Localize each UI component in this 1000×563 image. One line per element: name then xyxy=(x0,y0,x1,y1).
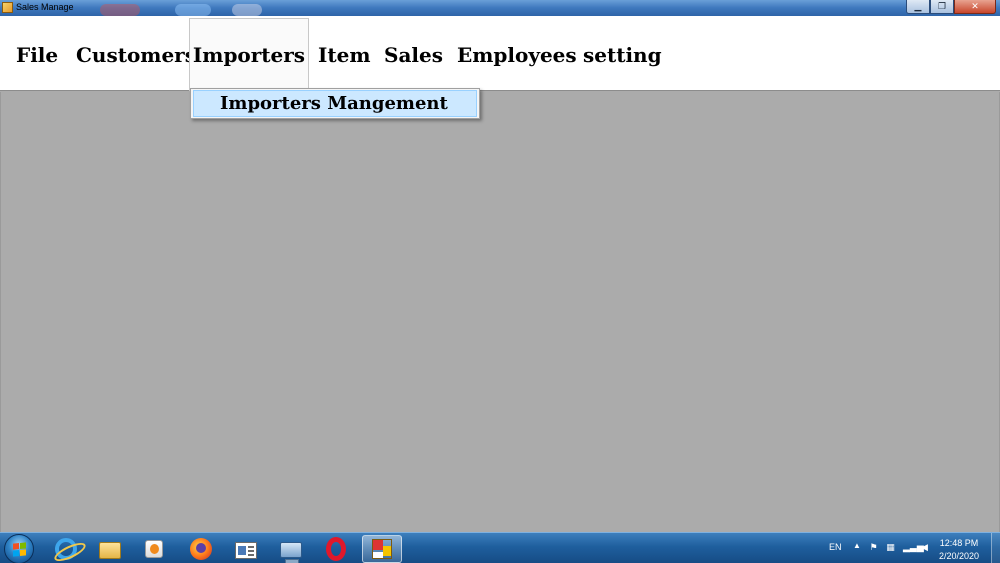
internet-explorer-icon xyxy=(55,538,77,560)
taskbar-app[interactable] xyxy=(181,535,221,563)
background-decoration xyxy=(100,4,140,16)
clock-date[interactable]: 2/20/2020 xyxy=(931,551,987,561)
opera-icon xyxy=(326,537,346,561)
taskbar-app[interactable] xyxy=(271,535,311,563)
mdi-workspace[interactable] xyxy=(0,92,1000,532)
close-icon: ✕ xyxy=(971,1,979,12)
window-title: Sales Manage xyxy=(16,2,74,12)
windows-logo-icon xyxy=(13,542,26,557)
maximize-button[interactable]: ❐ xyxy=(930,0,954,14)
taskbar: EN ▲ ⚑ ▦ ▂▃▅ ◀ 12:48 PM 2/20/2020 xyxy=(0,532,1000,563)
menu-file[interactable]: File xyxy=(6,18,68,91)
title-bar: Sales Manage ▁ ❐ ✕ xyxy=(0,0,1000,16)
computer-icon xyxy=(280,542,302,563)
taskbar-app[interactable] xyxy=(316,535,356,563)
sales-manage-app-icon xyxy=(372,539,392,559)
language-indicator[interactable]: EN xyxy=(829,542,842,552)
window-app-icon xyxy=(235,542,257,559)
minimize-button[interactable]: ▁ xyxy=(906,0,930,14)
clock-time[interactable]: 12:48 PM xyxy=(931,538,987,548)
menu-employees[interactable]: Employees xyxy=(447,18,587,91)
background-decoration xyxy=(175,4,211,16)
menu-importers-management[interactable]: Importers Mangement xyxy=(193,90,477,117)
menu-bar: File Customers Importers Item Sales Empl… xyxy=(0,16,1000,91)
importers-dropdown: Importers Mangement xyxy=(190,88,480,119)
system-tray: EN ▲ ⚑ ▦ ▂▃▅ ◀ 12:48 PM 2/20/2020 xyxy=(820,533,1000,563)
minimize-icon: ▁ xyxy=(914,1,922,12)
taskbar-app-active[interactable] xyxy=(362,535,402,563)
menu-item[interactable]: Item xyxy=(308,18,380,91)
taskbar-app[interactable] xyxy=(226,535,266,563)
firefox-icon xyxy=(190,538,212,560)
background-decoration xyxy=(232,4,262,16)
media-player-icon xyxy=(145,540,163,558)
menu-importers[interactable]: Importers xyxy=(189,18,309,91)
maximize-icon: ❐ xyxy=(937,1,947,12)
signal-icon[interactable]: ▂▃▅ xyxy=(903,543,924,554)
taskbar-app[interactable] xyxy=(46,535,86,563)
taskbar-app[interactable] xyxy=(134,535,174,563)
menu-customers[interactable]: Customers xyxy=(66,18,206,91)
app-icon[interactable] xyxy=(2,2,13,13)
network-icon[interactable]: ▦ xyxy=(885,543,896,554)
menu-sales[interactable]: Sales xyxy=(374,18,453,91)
start-button[interactable] xyxy=(4,534,34,563)
file-explorer-icon xyxy=(99,542,121,559)
taskbar-app[interactable] xyxy=(90,535,130,563)
menu-setting[interactable]: setting xyxy=(573,18,672,91)
close-button[interactable]: ✕ xyxy=(954,0,996,14)
action-center-icon[interactable]: ⚑ xyxy=(868,543,879,554)
show-desktop-button[interactable] xyxy=(991,533,1000,563)
show-hidden-icons-icon[interactable]: ▲ xyxy=(853,541,861,550)
volume-icon[interactable]: ◀ xyxy=(919,543,930,554)
window-controls: ▁ ❐ ✕ xyxy=(906,0,996,14)
